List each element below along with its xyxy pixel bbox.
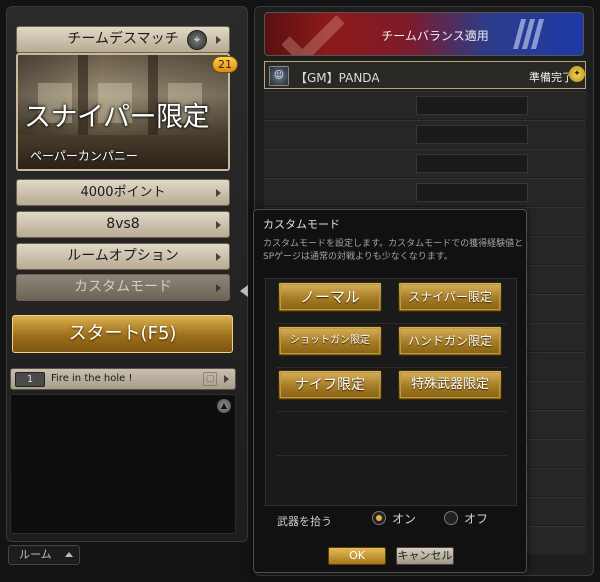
divider [276, 323, 508, 324]
custom-mode-button[interactable]: カスタムモード [16, 274, 230, 301]
room-options-label: ルームオプション [67, 248, 179, 264]
chevron-right-icon [224, 375, 229, 383]
weapon-pickup-off-radio[interactable] [444, 511, 458, 525]
mode-special-weapon-button[interactable]: 特殊武器限定 [398, 370, 502, 400]
map-name: ペーパーカンパニー [30, 149, 138, 163]
game-mode-selector[interactable]: チームデスマッチ ⌖ [16, 26, 230, 53]
chevron-right-icon [216, 36, 221, 44]
slot-bar [416, 154, 528, 173]
chevron-up-icon [65, 552, 73, 557]
popup-title: カスタムモード [263, 218, 340, 231]
chat-channel-bar[interactable]: 1 Fire in the hole ! ▢ [10, 368, 236, 390]
divider [276, 455, 508, 456]
chevron-right-icon [216, 284, 221, 292]
empty-slot[interactable] [264, 120, 586, 148]
points-selector[interactable]: 4000ポイント [16, 179, 230, 206]
map-preview[interactable]: スナイパー限定 ペーパーカンパニー [16, 53, 230, 171]
team-size-label: 8vs8 [106, 216, 140, 232]
player-name: 【GM】PANDA [295, 71, 380, 85]
divider [276, 367, 508, 368]
cancel-button[interactable]: キャンセル [396, 547, 454, 565]
chevron-right-icon [216, 221, 221, 229]
mode-knife-button[interactable]: ナイフ限定 [278, 370, 382, 400]
divider [276, 411, 508, 412]
crosshair-icon: ⌖ [187, 30, 207, 50]
red-team-emblem-icon [281, 13, 345, 55]
game-mode-label: チームデスマッチ [67, 31, 179, 47]
start-button[interactable]: スタート(F5) [12, 315, 233, 353]
chat-message: Fire in the hole ! [51, 373, 133, 384]
popup-pointer [240, 285, 248, 297]
mode-sniper-button[interactable]: スナイパー限定 [398, 282, 502, 312]
mode-shotgun-button[interactable]: ショットガン限定 [278, 326, 382, 356]
team-size-selector[interactable]: 8vs8 [16, 211, 230, 238]
player-slot[interactable]: ☺ 【GM】PANDA 準備完了 ✦ [264, 61, 586, 89]
slot-bar [416, 125, 528, 144]
ready-icon: ✦ [569, 66, 585, 82]
room-tab[interactable]: ルーム [8, 545, 80, 565]
room-options-button[interactable]: ルームオプション [16, 243, 230, 270]
scroll-up-icon[interactable]: ▲ [217, 399, 231, 413]
weapon-pickup-off-label: オフ [464, 512, 489, 526]
team-balance-label: チームバランス適用 [381, 29, 489, 43]
avatar: ☺ [269, 66, 289, 86]
weapon-pickup-on-radio[interactable] [372, 511, 386, 525]
slot-bar [416, 183, 528, 202]
slot-bar [416, 96, 528, 115]
popup-description: カスタムモードを設定します。カスタムモードでの獲得経験値とSPゲージは通常の対戦… [263, 239, 524, 262]
weapon-pickup-label: 武器を拾う [277, 515, 332, 528]
mode-normal-button[interactable]: ノーマル [278, 282, 382, 312]
custom-mode-popup: カスタムモード カスタムモードを設定します。カスタムモードでの獲得経験値とSPゲ… [253, 209, 527, 573]
lock-icon[interactable]: ▢ [203, 372, 217, 386]
empty-slot[interactable] [264, 91, 586, 119]
room-tab-label: ルーム [19, 548, 52, 561]
chat-log[interactable]: ▲ [10, 394, 236, 534]
empty-slot[interactable] [264, 178, 586, 206]
chevron-right-icon [216, 189, 221, 197]
empty-slot[interactable] [264, 149, 586, 177]
ready-status: 準備完了 [529, 71, 573, 84]
map-mode-title: スナイパー限定 [24, 102, 209, 133]
map-count-badge: 21 [212, 56, 238, 73]
custom-mode-label: カスタムモード [74, 279, 172, 295]
points-label: 4000ポイント [80, 185, 166, 200]
chat-channel-number: 1 [15, 372, 45, 387]
weapon-pickup-on-label: オン [392, 512, 417, 526]
ok-button[interactable]: OK [328, 547, 386, 565]
team-balance-header[interactable]: チームバランス適用 [264, 12, 584, 56]
chevron-right-icon [216, 253, 221, 261]
blue-team-emblem-icon [512, 19, 548, 49]
mode-handgun-button[interactable]: ハンドガン限定 [398, 326, 502, 356]
